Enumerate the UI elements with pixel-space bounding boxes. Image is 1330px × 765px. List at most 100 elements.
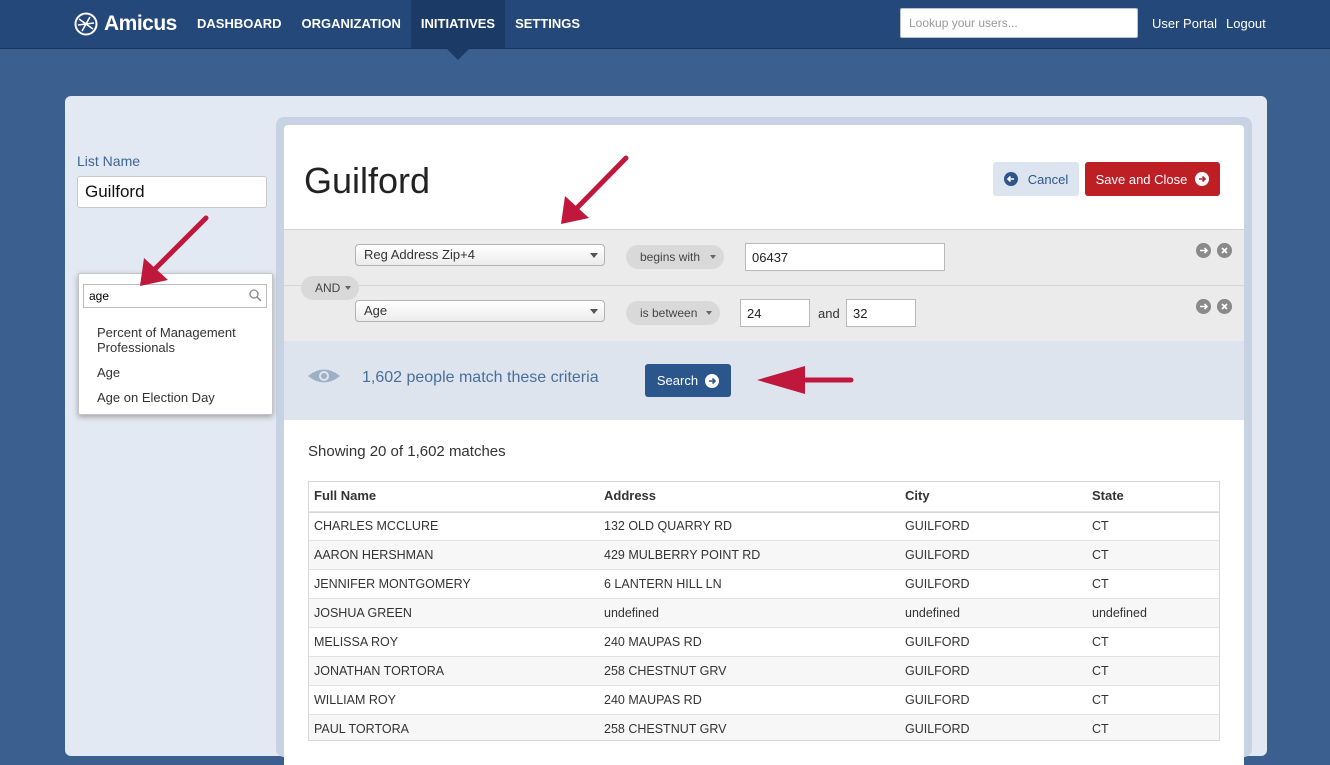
user-portal-link[interactable]: User Portal	[1152, 16, 1217, 31]
criteria-operator-value: is between	[640, 306, 698, 320]
column-header[interactable]: Full Name	[314, 488, 376, 503]
cancel-button[interactable]: Cancel	[993, 162, 1079, 196]
list-name-label: List Name	[77, 153, 141, 169]
back-arrow-icon	[1003, 172, 1018, 186]
add-row-arrow-icon[interactable]	[1196, 243, 1211, 258]
criteria-value-input[interactable]	[745, 243, 945, 271]
cell-address: 132 OLD QUARRY RD	[604, 519, 733, 533]
criteria-field-value: Reg Address Zip+4	[364, 247, 475, 262]
column-header[interactable]: State	[1092, 488, 1124, 503]
annotation-arrow	[140, 215, 209, 286]
criteria-field-value: Age	[364, 303, 388, 318]
age-min-input[interactable]	[740, 299, 810, 327]
match-count-text: 1,602 people match these criteria	[362, 369, 599, 386]
cancel-label: Cancel	[1027, 171, 1069, 187]
cell-state: CT	[1092, 722, 1109, 736]
option-age-election-day[interactable]: Age on Election Day	[97, 390, 262, 405]
search-icon	[249, 289, 262, 302]
cell-name: JENNIFER MONTGOMERY	[314, 577, 471, 591]
table-row[interactable]: JONATHAN TORTORA 258 CHESTNUT GRV GUILFO…	[309, 656, 1219, 685]
user-lookup-input[interactable]	[900, 8, 1138, 38]
page-title: Guilford	[304, 160, 431, 201]
nav-settings[interactable]: SETTINGS	[505, 0, 590, 48]
option-percent-management[interactable]: Percent of Management Professionals	[97, 325, 262, 355]
table-row[interactable]: CHARLES MCCLURE 132 OLD QUARRY RD GUILFO…	[309, 511, 1219, 540]
logo-icon	[74, 12, 98, 36]
cell-city: GUILFORD	[905, 664, 970, 678]
cell-state: CT	[1092, 577, 1109, 591]
annotation-arrow	[757, 366, 854, 394]
table-row[interactable]: JOSHUA GREEN undefined undefined undefin…	[309, 598, 1219, 627]
cell-name: WILLIAM ROY	[314, 693, 396, 707]
table-row[interactable]: WILLIAM ROY 240 MAUPAS RD GUILFORD CT	[309, 685, 1219, 714]
cell-state: CT	[1092, 693, 1109, 707]
criteria-field-select[interactable]: Reg Address Zip+4	[355, 244, 605, 266]
search-label: Search	[656, 373, 699, 388]
field-dropdown: Percent of Management Professionals Age …	[78, 273, 273, 415]
table-row[interactable]: PAUL TORTORA 258 CHESTNUT GRV GUILFORD C…	[309, 714, 1219, 740]
forward-arrow-icon	[705, 373, 720, 388]
conjunction-select[interactable]: AND	[301, 276, 359, 300]
column-header[interactable]: City	[905, 488, 930, 503]
brand-name: Amicus	[104, 12, 177, 35]
column-header[interactable]: Address	[604, 488, 656, 503]
cell-state: CT	[1092, 635, 1109, 649]
search-button[interactable]: Search	[645, 364, 731, 397]
cell-state: CT	[1092, 519, 1109, 533]
cell-address: 429 MULBERRY POINT RD	[604, 548, 761, 562]
option-age[interactable]: Age	[97, 365, 262, 380]
cell-address: 240 MAUPAS RD	[604, 693, 702, 707]
cell-city: undefined	[905, 606, 960, 620]
list-name-input[interactable]	[77, 176, 267, 208]
annotation-arrow	[561, 155, 629, 224]
between-and-label: and	[818, 306, 840, 321]
cell-address: 6 LANTERN HILL LN	[604, 577, 722, 591]
main-nav: DASHBOARD ORGANIZATION INITIATIVES SETTI…	[187, 0, 590, 60]
criteria-operator-select[interactable]: begins with	[626, 245, 724, 269]
criteria-divider	[284, 285, 1244, 286]
cell-name: MELISSA ROY	[314, 635, 399, 649]
save-label: Save and Close	[1095, 171, 1188, 187]
cell-address: 258 CHESTNUT GRV	[604, 722, 727, 736]
table-row[interactable]: MELISSA ROY 240 MAUPAS RD GUILFORD CT	[309, 627, 1219, 656]
remove-row-icon[interactable]	[1217, 243, 1232, 258]
cell-city: GUILFORD	[905, 722, 970, 736]
top-nav: Amicus DASHBOARD ORGANIZATION INITIATIVE…	[0, 0, 1330, 60]
remove-row-icon[interactable]	[1217, 299, 1232, 314]
results-table: Full Name Address City State CHARLES MCC…	[308, 481, 1220, 741]
cell-name: JOSHUA GREEN	[314, 606, 412, 620]
cell-city: GUILFORD	[905, 519, 970, 533]
save-and-close-button[interactable]: Save and Close	[1085, 162, 1220, 196]
eye-icon	[308, 369, 340, 383]
cell-state: CT	[1092, 664, 1109, 678]
cell-city: GUILFORD	[905, 693, 970, 707]
cell-address: 240 MAUPAS RD	[604, 635, 702, 649]
cell-name: PAUL TORTORA	[314, 722, 409, 736]
criteria-field-select[interactable]: Age	[355, 300, 605, 322]
nav-dashboard[interactable]: DASHBOARD	[187, 0, 292, 48]
cell-name: JONATHAN TORTORA	[314, 664, 445, 678]
table-row[interactable]: JENNIFER MONTGOMERY 6 LANTERN HILL LN GU…	[309, 569, 1219, 598]
cell-state: CT	[1092, 548, 1109, 562]
add-row-arrow-icon[interactable]	[1196, 299, 1211, 314]
cell-address: 258 CHESTNUT GRV	[604, 664, 727, 678]
cell-city: GUILFORD	[905, 577, 970, 591]
conjunction-value: AND	[315, 281, 341, 295]
cell-state: undefined	[1092, 606, 1147, 620]
cell-address: undefined	[604, 606, 659, 620]
criteria-operator-value: begins with	[640, 250, 701, 264]
logout-link[interactable]: Logout	[1226, 16, 1266, 31]
forward-arrow-icon	[1195, 172, 1210, 186]
results-count: Showing 20 of 1,602 matches	[308, 443, 506, 460]
nav-initiatives[interactable]: INITIATIVES	[410, 0, 506, 60]
cell-city: GUILFORD	[905, 548, 970, 562]
criteria-operator-select[interactable]: is between	[626, 301, 720, 325]
nav-organization[interactable]: ORGANIZATION	[292, 0, 411, 48]
cell-name: CHARLES MCCLURE	[314, 519, 439, 533]
amicus-logo[interactable]: Amicus	[74, 10, 177, 38]
table-header: Full Name Address City State	[309, 482, 1219, 513]
age-max-input[interactable]	[846, 299, 916, 327]
cell-name: AARON HERSHMAN	[314, 548, 434, 562]
cell-city: GUILFORD	[905, 635, 970, 649]
table-row[interactable]: AARON HERSHMAN 429 MULBERRY POINT RD GUI…	[309, 540, 1219, 569]
